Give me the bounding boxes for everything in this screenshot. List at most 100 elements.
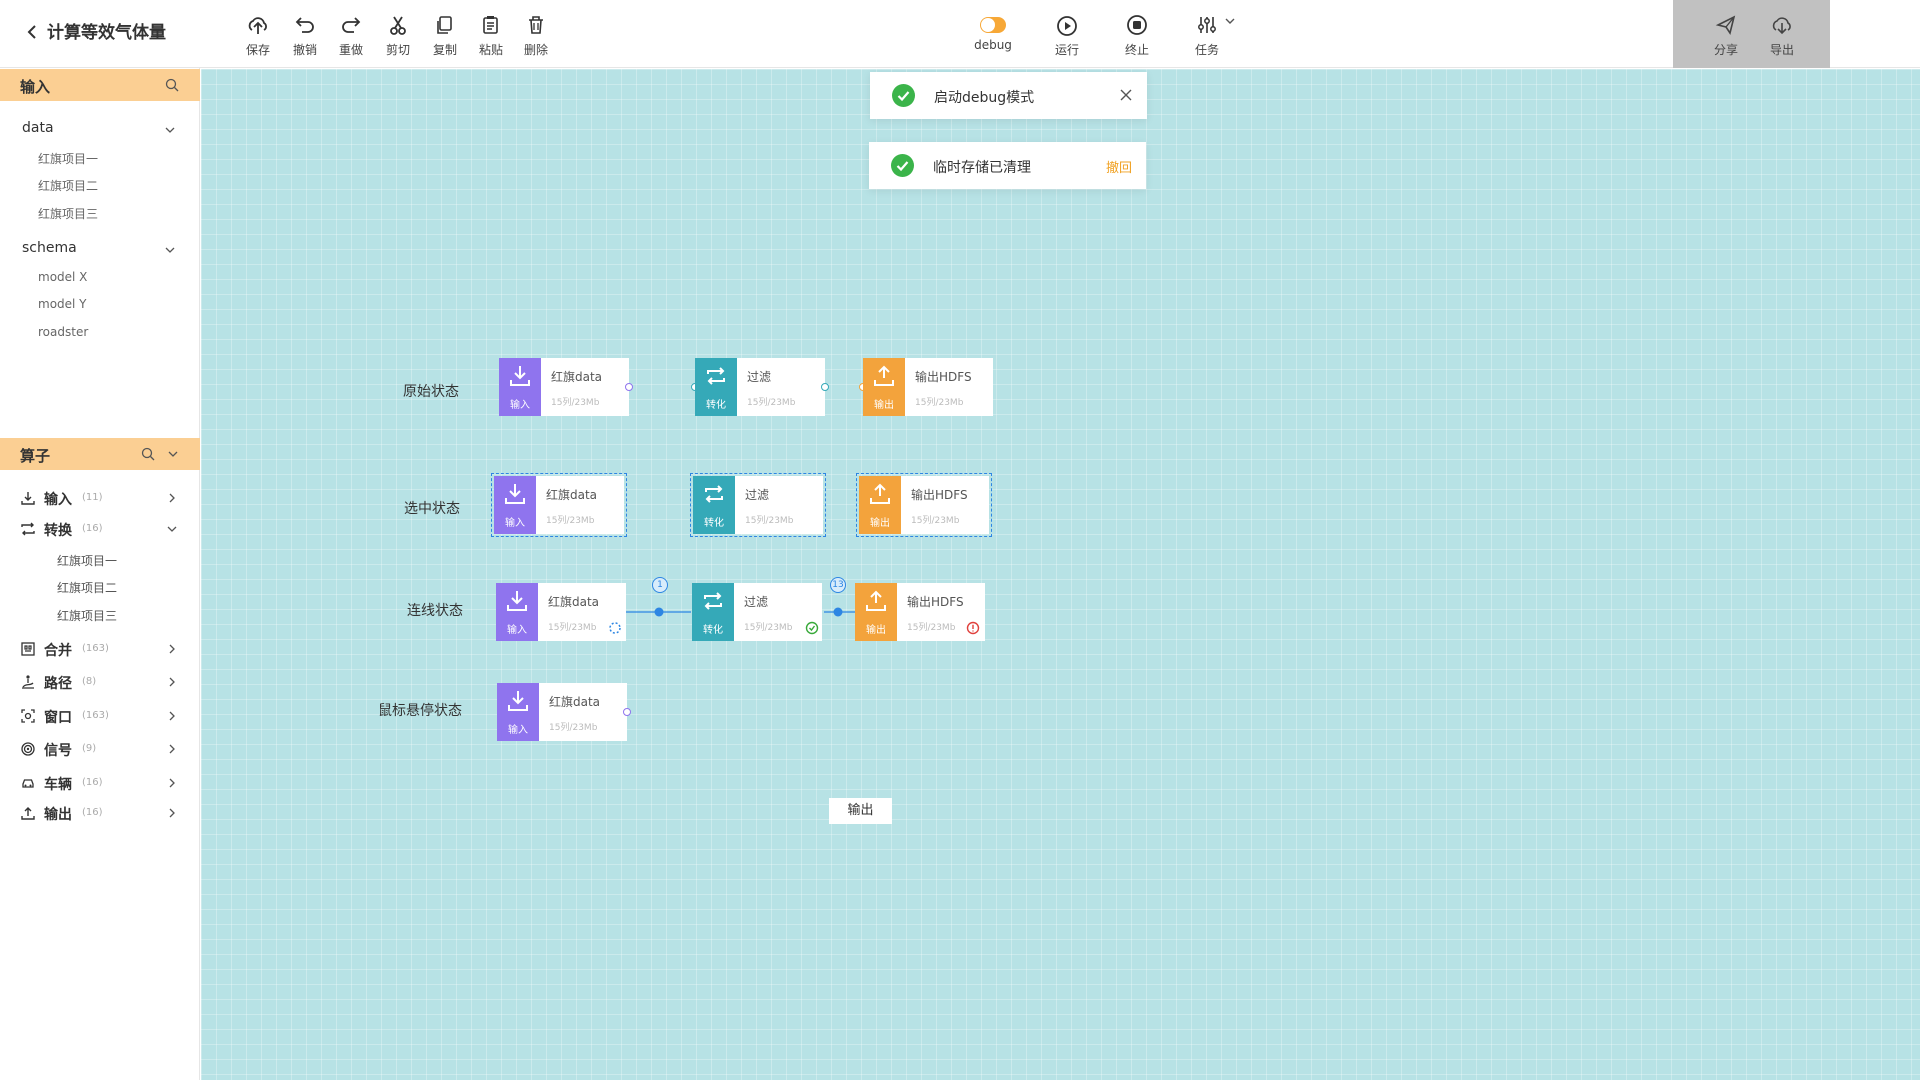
task-button[interactable]: 任务 (1185, 12, 1229, 60)
input-node-connected[interactable]: 输入 红旗data 15列/23Mb (496, 583, 626, 641)
undo-button[interactable]: 撤销 (283, 12, 327, 60)
schema-item[interactable]: model X (38, 270, 87, 284)
export-label: 导出 (1769, 43, 1794, 57)
transform-item[interactable]: 红旗项目二 (57, 579, 117, 596)
input-node-hover[interactable]: 输入 红旗data 15列/23Mb (497, 683, 631, 741)
data-item[interactable]: 红旗项目二 (38, 177, 98, 194)
output-node-connected[interactable]: 输出 输出HDFS 15列/23Mb (855, 583, 985, 641)
run-button[interactable]: 运行 (1045, 12, 1089, 60)
operator-count: (163) (82, 710, 109, 721)
flow-canvas[interactable]: 原始状态 选中状态 连线状态 鼠标悬停状态 输入 红旗data 15列/23Mb… (201, 69, 1920, 1080)
node-title: 红旗data (548, 595, 600, 609)
paste-button[interactable]: 粘贴 (469, 12, 513, 60)
node-title: 过滤 (744, 595, 769, 609)
chevron-right-icon (169, 778, 175, 788)
output-port[interactable] (821, 383, 829, 391)
row-label-selected: 选中状态 (404, 501, 460, 517)
node-title: 红旗data (546, 488, 598, 502)
download-icon (505, 484, 525, 504)
close-icon[interactable] (1119, 88, 1133, 102)
operator-name: 车辆 (44, 777, 72, 793)
bug-icon (654, 607, 664, 617)
node-tag: 输出 (870, 518, 890, 529)
node-tag: 输出 (866, 625, 886, 636)
node-title: 红旗data (549, 695, 601, 709)
input-node-selected[interactable]: 输入 红旗data 15列/23Mb (491, 473, 627, 537)
trash-icon (529, 16, 543, 34)
share-button[interactable]: 分享 (1704, 12, 1748, 60)
window-icon (21, 709, 35, 723)
debug-toggle[interactable]: debug (971, 12, 1015, 60)
transform-node-connected[interactable]: 转化 过滤 15列/23Mb (692, 583, 822, 641)
node-tag: 输入 (508, 725, 528, 736)
task-dropdown-chevron-icon[interactable] (1224, 15, 1236, 27)
node-stats: 15列/23Mb (911, 516, 960, 526)
copy-button[interactable]: 复制 (423, 12, 467, 60)
node-stats: 15列/23Mb (549, 723, 598, 733)
input-node[interactable]: 输入 红旗data 15列/23Mb (499, 358, 633, 416)
operator-section-title: 算子 (20, 447, 51, 465)
data-item[interactable]: 红旗项目三 (38, 205, 98, 222)
operator-output[interactable]: 输出 (16) (20, 802, 185, 824)
cloud-download-icon (1772, 17, 1791, 35)
repeat-icon (705, 485, 723, 503)
search-icon[interactable] (141, 447, 155, 461)
operator-name: 转换 (44, 523, 72, 539)
chevron-right-icon (169, 711, 175, 721)
chevron-down-icon[interactable] (164, 244, 176, 256)
transform-item[interactable]: 红旗项目一 (57, 552, 117, 569)
download-icon (21, 492, 35, 505)
search-icon[interactable] (165, 78, 179, 92)
input-node-bar: 输入 (496, 583, 538, 641)
schema-item[interactable]: model Y (38, 297, 87, 311)
output-node-bar: 输出 (855, 583, 897, 641)
stop-icon (1127, 15, 1147, 35)
operator-merge[interactable]: 合并 (163) (20, 638, 185, 660)
operator-vehicle[interactable]: 车辆 (16) (20, 772, 185, 794)
share-label: 分享 (1713, 43, 1738, 57)
group-schema[interactable]: schema (22, 240, 77, 256)
operator-signal[interactable]: 信号 (9) (20, 738, 185, 760)
output-port[interactable] (623, 708, 631, 716)
group-data[interactable]: data (22, 120, 54, 136)
chevron-down-icon[interactable] (164, 124, 176, 136)
export-button[interactable]: 导出 (1760, 12, 1804, 60)
transform-node-selected[interactable]: 转化 过滤 15列/23Mb (690, 473, 826, 537)
chevron-down-icon[interactable] (166, 447, 180, 461)
delete-button[interactable]: 删除 (514, 12, 558, 60)
car-icon (22, 779, 34, 788)
data-item[interactable]: 红旗项目一 (38, 150, 98, 167)
operator-name: 路径 (44, 676, 72, 692)
output-node-selected[interactable]: 输出 输出HDFS 15列/23Mb (856, 473, 992, 537)
repeat-icon (707, 367, 725, 385)
cut-button[interactable]: 剪切 (376, 12, 420, 60)
stop-button[interactable]: 终止 (1115, 12, 1159, 60)
transform-node[interactable]: 转化 过滤 15列/23Mb (691, 358, 829, 416)
back-chevron-icon[interactable] (18, 18, 46, 46)
transform-node-bar: 转化 (693, 476, 735, 534)
operator-path[interactable]: 路径 (8) (20, 671, 185, 693)
bug-icon (833, 607, 843, 617)
input-section-header[interactable]: 输入 (0, 69, 200, 101)
node-title: 输出HDFS (907, 595, 964, 609)
operator-name: 合并 (44, 643, 72, 659)
schema-item[interactable]: roadster (38, 325, 88, 339)
output-port[interactable] (625, 383, 633, 391)
output-node-bar: 输出 (863, 358, 905, 416)
operator-window[interactable]: 窗口 (163) (20, 705, 185, 727)
transform-node-bar: 转化 (692, 583, 734, 641)
redo-button[interactable]: 重做 (329, 12, 373, 60)
operator-transform[interactable]: 转换 (16) (20, 518, 185, 540)
operator-count: (163) (82, 643, 109, 654)
save-button[interactable]: 保存 (236, 12, 280, 60)
toast-undo-button[interactable]: 撤回 (1106, 157, 1132, 176)
redo-label: 重做 (338, 43, 363, 57)
node-title: 输出HDFS (911, 488, 968, 502)
node-tag: 输入 (505, 518, 525, 529)
chevron-down-icon (167, 526, 177, 532)
operator-input[interactable]: 输入 (11) (20, 487, 185, 509)
output-node[interactable]: 输出 输出HDFS 15列/23Mb (859, 358, 993, 416)
operator-section-header[interactable]: 算子 (0, 438, 200, 470)
debug-switch[interactable] (980, 17, 1006, 33)
transform-item[interactable]: 红旗项目三 (57, 607, 117, 624)
